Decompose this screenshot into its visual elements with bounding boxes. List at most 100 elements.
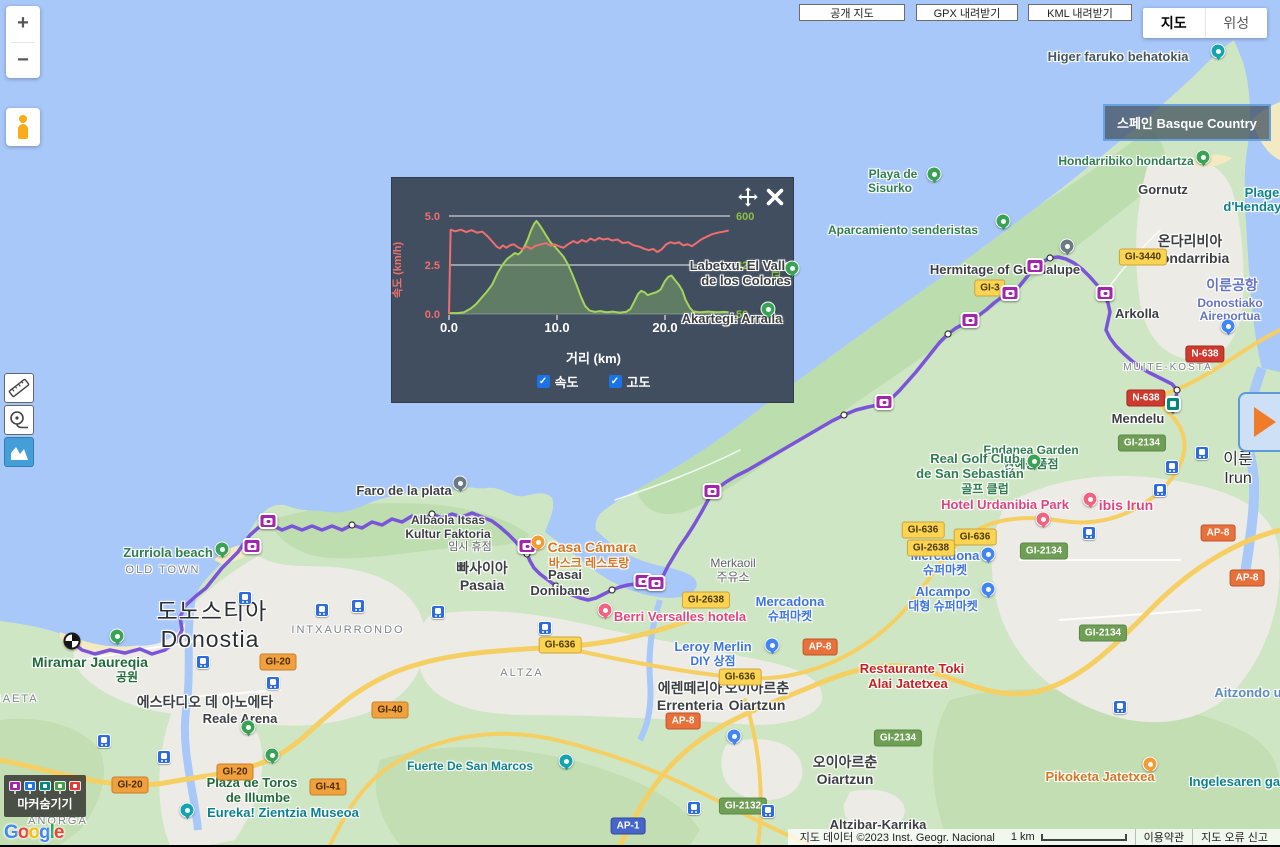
move-chart-icon[interactable] (737, 186, 759, 208)
mini-marker-icon (9, 780, 21, 791)
map-type-map-tab[interactable]: 지도 (1143, 8, 1205, 38)
legend-checkbox[interactable]: ✓ (536, 375, 550, 388)
green-poi-pin[interactable] (109, 628, 125, 644)
terms-link[interactable]: 이용약관 (1134, 829, 1192, 845)
camera-marker[interactable] (874, 394, 894, 410)
route-waypoint-dot (1173, 386, 1181, 394)
chart-tick-label: 0.0 (440, 320, 458, 335)
gray-poi-pin[interactable] (452, 475, 468, 491)
kml-download-button[interactable]: KML 내려받기 (1028, 4, 1132, 21)
pegman-button[interactable] (6, 108, 40, 146)
camera-marker[interactable] (242, 538, 262, 554)
blue-poi-pin[interactable] (764, 637, 780, 653)
blue-poi-pin[interactable] (726, 728, 742, 744)
green-poi-pin[interactable] (1195, 149, 1211, 165)
transit-station-icon[interactable] (1195, 446, 1209, 460)
scale-control: 1 km (1003, 831, 1135, 843)
chart-tick-label: 325 (736, 260, 754, 272)
legend-checkbox[interactable]: ✓ (608, 375, 622, 388)
distance-axis-label: 거리 (km) (566, 351, 621, 366)
teal-poi-pin[interactable] (179, 802, 195, 818)
camera-marker[interactable] (960, 312, 980, 328)
public-map-button[interactable]: 공개 지도 (799, 4, 905, 21)
transit-station-icon[interactable] (1165, 460, 1179, 474)
transit-station-icon[interactable] (431, 605, 445, 619)
transit-station-icon[interactable] (315, 603, 329, 617)
mini-marker-icon (24, 780, 36, 791)
legend-toggle-속도[interactable]: ✓ 속도 (536, 372, 579, 391)
map-type-satellite-tab[interactable]: 위성 (1204, 8, 1268, 38)
map-canvas[interactable] (0, 0, 1280, 845)
map-data-attribution: 지도 데이터 ©2023 Inst. Geogr. Nacional (799, 832, 995, 844)
scale-label: 1 km (1010, 831, 1035, 843)
ruler-icon (8, 378, 30, 398)
transit-station-icon[interactable] (157, 750, 171, 764)
transit-station-icon[interactable] (1082, 526, 1096, 540)
blue-poi-pin[interactable] (980, 581, 996, 597)
route-waypoint-dot (428, 510, 436, 518)
transit-station-icon[interactable] (687, 801, 701, 815)
zoom-out-button[interactable]: − (6, 43, 40, 79)
route-start-marker[interactable] (63, 632, 81, 650)
side-panel-toggle-button[interactable] (1238, 392, 1280, 452)
hide-markers-label: 마커숨기기 (17, 796, 73, 811)
map-type-control: 지도 위성 (1143, 8, 1267, 38)
legend-toggle-고도[interactable]: ✓ 고도 (608, 372, 650, 391)
chart-tick-label: 0.0 (425, 309, 440, 321)
transit-station-icon[interactable] (266, 676, 280, 690)
route-waypoint-dot (608, 586, 616, 594)
transit-station-icon[interactable] (97, 734, 111, 748)
transit-station-icon[interactable] (761, 804, 775, 818)
zoom-in-button[interactable]: + (6, 6, 40, 42)
green-poi-pin[interactable] (760, 301, 776, 317)
pegman-icon (16, 115, 30, 139)
mini-marker-icon (69, 780, 81, 791)
teal-poi-pin[interactable] (1210, 43, 1226, 59)
chart-tick-label: 20.0 (652, 320, 677, 335)
camera-marker[interactable] (1025, 258, 1045, 274)
tape-measure-tool-button[interactable] (4, 405, 34, 435)
report-map-error-link[interactable]: 지도 오류 신고 (1192, 829, 1276, 845)
pink-poi-pin[interactable] (597, 602, 613, 618)
mini-marker-icon (39, 780, 51, 791)
camera-marker[interactable] (702, 483, 722, 499)
pink-poi-pin[interactable] (1082, 491, 1098, 507)
gpx-download-button[interactable]: GPX 내려받기 (916, 4, 1018, 21)
green-poi-pin[interactable] (240, 719, 256, 735)
green-poi-pin[interactable] (926, 166, 942, 182)
ruler-tool-button[interactable] (4, 373, 34, 403)
speed-axis-label: 속도 (km/h) (392, 241, 405, 299)
blue-poi-pin[interactable] (1220, 318, 1236, 334)
route-end-marker[interactable] (1165, 396, 1181, 412)
camera-marker[interactable] (646, 575, 666, 591)
camera-marker[interactable] (258, 513, 278, 529)
blue-poi-pin[interactable] (980, 546, 996, 562)
green-poi-pin[interactable] (995, 213, 1011, 229)
green-poi-pin[interactable] (1026, 453, 1042, 469)
pink-poi-pin[interactable] (1035, 511, 1051, 527)
google-logo[interactable]: Google (4, 822, 64, 844)
orange-poi-pin[interactable] (530, 534, 546, 550)
green-poi-pin[interactable] (784, 260, 800, 276)
route-waypoint-dot (840, 411, 848, 419)
legend-label: 속도 (554, 375, 579, 390)
close-chart-icon[interactable] (764, 186, 786, 208)
green-poi-pin[interactable] (214, 541, 230, 557)
green-poi-pin[interactable] (264, 747, 280, 763)
hide-markers-button[interactable]: 마커숨기기 (4, 775, 86, 817)
gray-poi-pin[interactable] (1059, 238, 1075, 254)
transit-station-icon[interactable] (1153, 483, 1167, 497)
elevation-chart-tool-button[interactable] (4, 437, 34, 467)
camera-marker[interactable] (1000, 285, 1020, 301)
transit-station-icon[interactable] (238, 591, 252, 605)
route-waypoint-dot (1046, 254, 1054, 262)
transit-station-icon[interactable] (196, 655, 210, 669)
transit-station-icon[interactable] (1113, 700, 1127, 714)
camera-marker[interactable] (1095, 285, 1115, 301)
teal-poi-pin[interactable] (558, 753, 574, 769)
transit-station-icon[interactable] (351, 599, 365, 613)
transit-station-icon[interactable] (538, 621, 552, 635)
attribution-bar: 지도 데이터 ©2023 Inst. Geogr. Nacional 1 km … (787, 829, 1280, 845)
orange-poi-pin[interactable] (1142, 756, 1158, 772)
chart-tick-label: 5.0 (425, 211, 440, 223)
